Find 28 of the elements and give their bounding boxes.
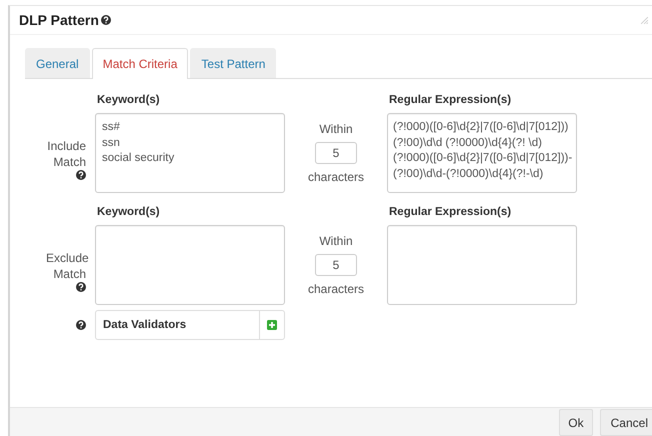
tab[interactable]: Test Pattern xyxy=(190,48,276,78)
section-label: Exclude Match xyxy=(46,250,86,282)
section-label: Include Match xyxy=(46,138,86,170)
keywords-heading: Keyword(s) xyxy=(96,206,161,220)
within-field[interactable]: 5 xyxy=(315,254,357,276)
dialog-title: DLP Pattern xyxy=(19,12,99,28)
within-label: Within xyxy=(319,234,353,248)
regex-heading: Regular Expression(s) xyxy=(388,94,512,108)
help-icon[interactable] xyxy=(76,170,86,180)
within-label: Within xyxy=(319,122,353,136)
help-icon[interactable] xyxy=(76,282,86,292)
dialog-button[interactable]: Cancel xyxy=(600,409,652,436)
regex-field[interactable]: (?!000)([0-6]\d{2}|7([0-6]\d|7[012])) (?!00)\d\d (?!0000)\d{4}(?! \d) (?!000)([0-6]\d{2}|7([0-6]\d|7[012]))- (?!00)\d\d-(?!0000)\d{4}(?!-\d) xyxy=(387,113,577,193)
tab[interactable]: General xyxy=(25,48,90,78)
within-field[interactable]: 5 xyxy=(315,142,357,164)
keywords-heading: Keyword(s) xyxy=(96,94,161,108)
unit-label: characters xyxy=(308,282,364,296)
help-icon[interactable] xyxy=(100,15,111,25)
help-icon[interactable] xyxy=(76,320,86,330)
tab[interactable]: Match Criteria xyxy=(92,48,188,79)
regex-heading: Regular Expression(s) xyxy=(388,206,512,220)
keywords-field[interactable]: ss# ssn social security xyxy=(95,113,285,193)
validators-label: Data Validators xyxy=(102,319,188,331)
regex-field[interactable] xyxy=(387,225,577,305)
dialog-button[interactable]: Ok xyxy=(559,409,593,436)
add-icon[interactable] xyxy=(267,320,277,330)
unit-label: characters xyxy=(308,170,364,184)
keywords-field[interactable] xyxy=(95,225,285,305)
